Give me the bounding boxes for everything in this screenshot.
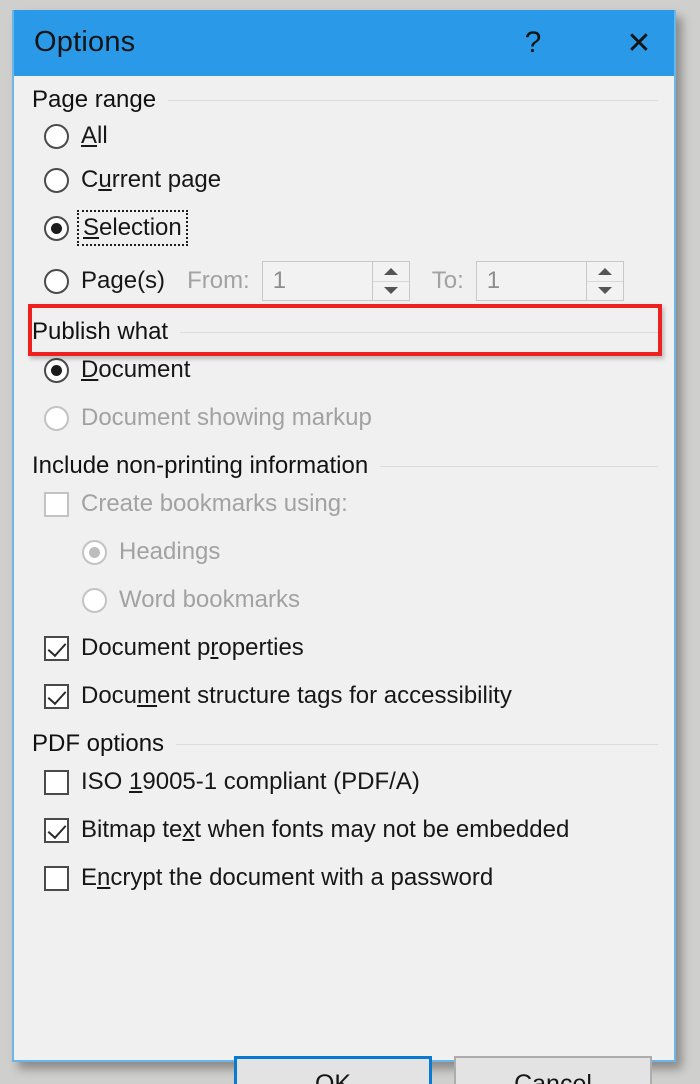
radio-label-word-bookmarks: Word bookmarks (119, 586, 300, 614)
from-spinner-up-icon[interactable] (373, 262, 409, 282)
group-title-page-range: Page range (32, 86, 168, 114)
close-icon[interactable]: ✕ (612, 10, 666, 76)
group-title-include-non-printing: Include non-printing information (32, 452, 380, 480)
radio-pages[interactable] (44, 269, 69, 294)
ok-button[interactable]: OK (234, 1056, 432, 1084)
to-label: To: (432, 267, 464, 295)
divider (180, 332, 658, 333)
to-spinner-up-icon[interactable] (587, 262, 623, 282)
to-spinner[interactable]: 1 (476, 261, 624, 301)
checkbox-document-properties[interactable] (44, 636, 69, 661)
checkbox-encrypt-document[interactable] (44, 866, 69, 891)
radio-all[interactable] (44, 124, 69, 149)
checkbox-label-document-structure-tags: Document structure tags for accessibilit… (81, 682, 512, 710)
radio-label-document: Document (81, 356, 190, 384)
radio-label-current-page: Current page (81, 166, 221, 194)
group-title-publish-what: Publish what (32, 318, 180, 346)
from-label: From: (187, 267, 250, 295)
group-header-include-non-printing: Include non-printing information (32, 452, 658, 480)
checkbox-create-bookmarks (44, 492, 69, 517)
dialog-button-row: OK Cancel (14, 1056, 674, 1084)
checkbox-label-bitmap-text: Bitmap text when fonts may not be embedd… (81, 816, 569, 844)
to-spinner-buttons[interactable] (586, 261, 624, 301)
radio-document-showing-markup (44, 406, 69, 431)
divider (168, 100, 658, 101)
radio-label-selection: Selection (81, 214, 184, 242)
radio-row-pages[interactable]: Page(s) From: 1 To: 1 (44, 254, 674, 308)
checkbox-row-bitmap-text[interactable]: Bitmap text when fonts may not be embedd… (44, 806, 674, 854)
from-input[interactable]: 1 (262, 261, 372, 301)
cancel-button[interactable]: Cancel (454, 1056, 652, 1084)
dialog-titlebar: Options ? ✕ (14, 10, 674, 76)
checkbox-iso-compliant[interactable] (44, 770, 69, 795)
from-spinner-down-icon[interactable] (373, 282, 409, 301)
radio-row-document-showing-markup: Document showing markup (44, 394, 674, 442)
radio-document[interactable] (44, 358, 69, 383)
help-icon[interactable]: ? (506, 10, 560, 76)
checkbox-label-iso-compliant: ISO 19005-1 compliant (PDF/A) (81, 768, 420, 796)
checkbox-document-structure-tags[interactable] (44, 684, 69, 709)
radio-current-page[interactable] (44, 168, 69, 193)
radio-row-current-page[interactable]: Current page (44, 158, 674, 202)
checkbox-label-encrypt-document: Encrypt the document with a password (81, 864, 493, 892)
checkbox-row-iso-compliant[interactable]: ISO 19005-1 compliant (PDF/A) (44, 758, 674, 806)
checkbox-row-create-bookmarks: Create bookmarks using: (44, 480, 674, 528)
to-spinner-down-icon[interactable] (587, 282, 623, 301)
radio-row-word-bookmarks: Word bookmarks (82, 576, 674, 624)
checkbox-bitmap-text[interactable] (44, 818, 69, 843)
checkbox-row-encrypt-document[interactable]: Encrypt the document with a password (44, 854, 674, 902)
options-dialog: Options ? ✕ Page range All Current page (12, 10, 676, 1062)
to-input[interactable]: 1 (476, 261, 586, 301)
group-header-pdf-options: PDF options (32, 730, 658, 758)
checkbox-label-document-properties: Document properties (81, 634, 304, 662)
dialog-body: Page range All Current page Selection Pa… (14, 76, 674, 902)
radio-label-headings: Headings (119, 538, 220, 566)
radio-selection[interactable] (44, 216, 69, 241)
dialog-title: Options (34, 26, 135, 59)
radio-word-bookmarks (82, 588, 107, 613)
divider (176, 744, 658, 745)
radio-label-all: All (81, 122, 108, 150)
radio-row-headings: Headings (82, 528, 674, 576)
radio-label-document-showing-markup: Document showing markup (81, 404, 372, 432)
radio-label-pages: Page(s) (81, 267, 165, 295)
from-spinner[interactable]: 1 (262, 261, 410, 301)
group-title-pdf-options: PDF options (32, 730, 176, 758)
radio-headings (82, 540, 107, 565)
radio-row-document[interactable]: Document (44, 346, 674, 394)
checkbox-row-document-structure-tags[interactable]: Document structure tags for accessibilit… (44, 672, 674, 720)
radio-row-all[interactable]: All (44, 114, 674, 158)
divider (380, 466, 658, 467)
from-spinner-buttons[interactable] (372, 261, 410, 301)
group-header-page-range: Page range (32, 86, 658, 114)
group-header-publish-what: Publish what (32, 318, 658, 346)
radio-row-selection[interactable]: Selection (44, 202, 674, 254)
screen: Options ? ✕ Page range All Current page (0, 0, 700, 1084)
checkbox-label-create-bookmarks: Create bookmarks using: (81, 490, 348, 518)
checkbox-row-document-properties[interactable]: Document properties (44, 624, 674, 672)
